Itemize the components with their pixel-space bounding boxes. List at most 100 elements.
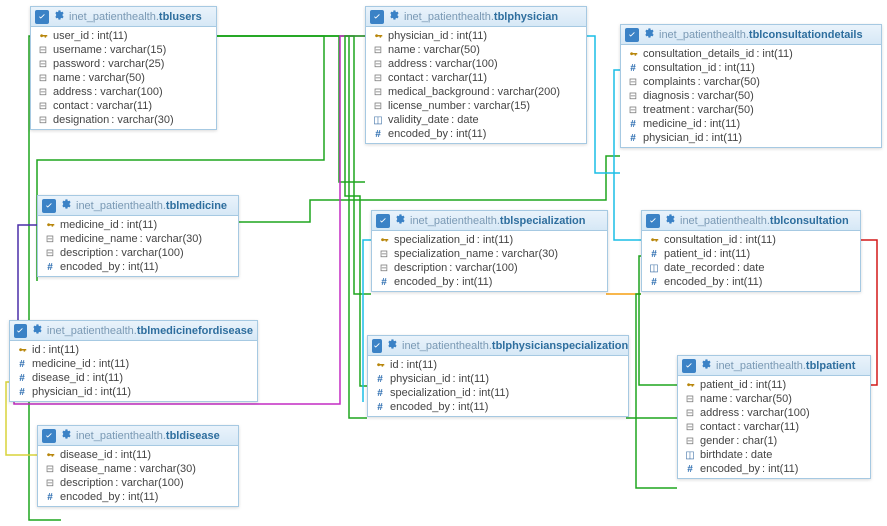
table-header[interactable]: inet_patienthealth.tblmedicinefordisease <box>10 321 257 341</box>
relation-line <box>216 36 365 182</box>
gear-icon[interactable] <box>385 338 402 353</box>
column-row[interactable]: ⊟name : varchar(50) <box>678 392 870 406</box>
column-row[interactable]: #medicine_id : int(11) <box>10 357 257 371</box>
column-row[interactable]: consultation_id : int(11) <box>642 233 860 247</box>
table-tblphysician[interactable]: inet_patienthealth.tblphysicianphysician… <box>365 6 587 144</box>
column-row[interactable]: #consultation_id : int(11) <box>621 61 881 75</box>
column-row[interactable]: #physician_id : int(11) <box>368 372 628 386</box>
column-row[interactable]: #encoded_by : int(11) <box>38 490 238 504</box>
table-header[interactable]: inet_patienthealth.tblconsultationdetail… <box>621 25 881 45</box>
table-tblconsultation[interactable]: inet_patienthealth.tblconsultationconsul… <box>641 210 861 292</box>
column-row[interactable]: #encoded_by : int(11) <box>368 400 628 414</box>
column-row[interactable]: ⊟description : varchar(100) <box>38 246 238 260</box>
column-row[interactable]: physician_id : int(11) <box>366 29 586 43</box>
gear-icon[interactable] <box>30 323 47 338</box>
column-type: : varchar(30) <box>134 463 196 475</box>
column-row[interactable]: patient_id : int(11) <box>678 378 870 392</box>
column-row[interactable]: ⊟disease_name : varchar(30) <box>38 462 238 476</box>
column-row[interactable]: #physician_id : int(11) <box>621 131 881 145</box>
column-row[interactable]: ⊟address : varchar(100) <box>31 85 216 99</box>
column-row[interactable]: ⊟contact : varchar(11) <box>31 99 216 113</box>
table-tblconsultationdetails[interactable]: inet_patienthealth.tblconsultationdetail… <box>620 24 882 148</box>
gear-icon[interactable] <box>59 428 76 443</box>
column-row[interactable]: ⊟address : varchar(100) <box>366 57 586 71</box>
gear-icon[interactable] <box>393 213 410 228</box>
column-row[interactable]: ⊟designation : varchar(30) <box>31 113 216 127</box>
column-row[interactable]: ⊟complaints : varchar(50) <box>621 75 881 89</box>
text-icon: ⊟ <box>44 464 56 475</box>
column-row[interactable]: #encoded_by : int(11) <box>366 127 586 141</box>
column-row[interactable]: ⊟treatment : varchar(50) <box>621 103 881 117</box>
column-row[interactable]: #encoded_by : int(11) <box>372 275 607 289</box>
column-row[interactable]: ⊟name : varchar(50) <box>31 71 216 85</box>
column-row[interactable]: ⊟medical_background : varchar(200) <box>366 85 586 99</box>
column-row[interactable]: id : int(11) <box>10 343 257 357</box>
gear-icon[interactable] <box>642 27 659 42</box>
table-tblspecialization[interactable]: inet_patienthealth.tblspecializationspec… <box>371 210 608 292</box>
column-list: disease_id : int(11)⊟disease_name : varc… <box>38 446 238 506</box>
table-header[interactable]: inet_patienthealth.tblspecialization <box>372 211 607 231</box>
column-row[interactable]: #medicine_id : int(11) <box>621 117 881 131</box>
table-header[interactable]: inet_patienthealth.tblmedicine <box>38 196 238 216</box>
column-name: disease_id <box>60 449 113 461</box>
column-row[interactable]: #encoded_by : int(11) <box>38 260 238 274</box>
column-row[interactable]: ⊟specialization_name : varchar(30) <box>372 247 607 261</box>
column-row[interactable]: #encoded_by : int(11) <box>678 462 870 476</box>
text-icon: ⊟ <box>684 436 696 447</box>
text-icon: ⊟ <box>372 45 384 56</box>
column-row[interactable]: ⊟license_number : varchar(15) <box>366 99 586 113</box>
column-row[interactable]: ⊟medicine_name : varchar(30) <box>38 232 238 246</box>
column-row[interactable]: ⊟username : varchar(15) <box>31 43 216 57</box>
column-row[interactable]: #physician_id : int(11) <box>10 385 257 399</box>
table-tblpatient[interactable]: inet_patienthealth.tblpatient patient_id … <box>677 355 871 479</box>
column-row[interactable]: medicine_id : int(11) <box>38 218 238 232</box>
column-row[interactable]: #encoded_by : int(11) <box>642 275 860 289</box>
table-tblphysicianspecialization[interactable]: inet_patienthealth.tblphysicianspecializ… <box>367 335 629 417</box>
table-header[interactable]: inet_patienthealth.tblphysician <box>366 7 586 27</box>
table-tblmedicine[interactable]: inet_patienthealth.tblmedicine medicine_i… <box>37 195 239 277</box>
gear-icon[interactable] <box>52 9 69 24</box>
table-header[interactable]: inet_patienthealth.tblpatient <box>678 356 870 376</box>
column-row[interactable]: user_id : int(11) <box>31 29 216 43</box>
column-type: : int(11) <box>122 491 158 503</box>
column-row[interactable]: #patient_id : int(11) <box>642 247 860 261</box>
gear-icon[interactable] <box>699 358 716 373</box>
column-name: consultation_id <box>664 234 737 246</box>
column-row[interactable]: ⊟description : varchar(100) <box>38 476 238 490</box>
column-row[interactable]: ⊟diagnosis : varchar(50) <box>621 89 881 103</box>
column-row[interactable]: #specialization_id : int(11) <box>368 386 628 400</box>
column-row[interactable]: consultation_details_id : int(11) <box>621 47 881 61</box>
column-row[interactable]: ◫validity_date : date <box>366 113 586 127</box>
table-tblmedicinefordisease[interactable]: inet_patienthealth.tblmedicinefordisease… <box>9 320 258 402</box>
text-icon: ⊟ <box>627 77 639 88</box>
column-name: description <box>60 247 113 259</box>
column-row[interactable]: ⊟contact : varchar(11) <box>678 420 870 434</box>
table-tblusers[interactable]: inet_patienthealth.tblusers user_id : int… <box>30 6 217 130</box>
column-row[interactable]: specialization_id : int(11) <box>372 233 607 247</box>
column-row[interactable]: ⊟contact : varchar(11) <box>366 71 586 85</box>
column-row[interactable]: ◫birthdate : date <box>678 448 870 462</box>
column-row[interactable]: #disease_id : int(11) <box>10 371 257 385</box>
text-icon: ⊟ <box>37 45 49 56</box>
table-header[interactable]: inet_patienthealth.tbldisease <box>38 426 238 446</box>
column-row[interactable]: ⊟address : varchar(100) <box>678 406 870 420</box>
table-header[interactable]: inet_patienthealth.tblconsultation <box>642 211 860 231</box>
column-row[interactable]: ⊟description : varchar(100) <box>372 261 607 275</box>
gear-icon[interactable] <box>59 198 76 213</box>
column-name: address <box>388 58 427 70</box>
gear-icon[interactable] <box>663 213 680 228</box>
column-name: description <box>60 477 113 489</box>
schema-name: inet_patienthealth. <box>716 360 806 372</box>
column-row[interactable]: ⊟gender : char(1) <box>678 434 870 448</box>
column-row[interactable]: ◫date_recorded : date <box>642 261 860 275</box>
table-header[interactable]: inet_patienthealth.tblusers <box>31 7 216 27</box>
gear-icon[interactable] <box>387 9 404 24</box>
column-row[interactable]: id : int(11) <box>368 358 628 372</box>
column-row[interactable]: disease_id : int(11) <box>38 448 238 462</box>
column-type: : int(11) <box>477 234 513 246</box>
column-list: physician_id : int(11)⊟name : varchar(50… <box>366 27 586 143</box>
column-row[interactable]: ⊟password : varchar(25) <box>31 57 216 71</box>
table-header[interactable]: inet_patienthealth.tblphysicianspecializ… <box>368 336 628 356</box>
table-tbldisease[interactable]: inet_patienthealth.tbldisease disease_id … <box>37 425 239 507</box>
column-row[interactable]: ⊟name : varchar(50) <box>366 43 586 57</box>
